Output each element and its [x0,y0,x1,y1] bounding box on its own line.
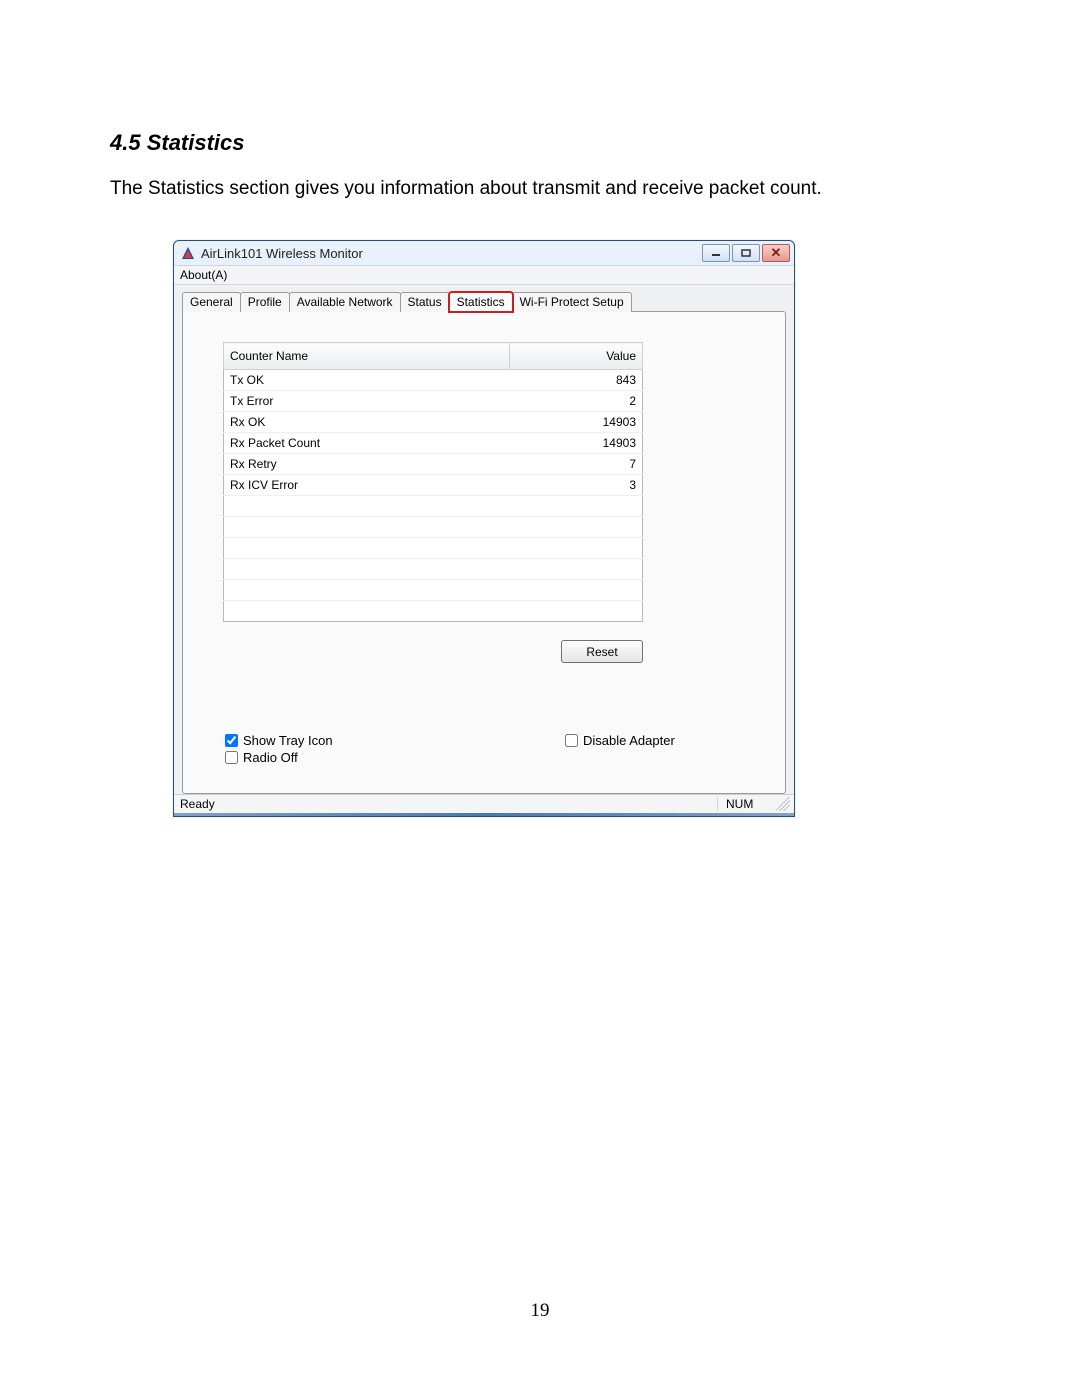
table-row[interactable]: Tx OK 843 [224,370,643,391]
counter-name: Rx Retry [224,454,510,475]
tab-status[interactable]: Status [400,292,450,312]
table-row[interactable]: Rx ICV Error 3 [224,475,643,496]
close-button[interactable]: ✕ [762,244,790,262]
app-window: AirLink101 Wireless Monitor ✕ About(A) G… [173,240,795,817]
status-text: Ready [178,797,717,811]
counter-value: 2 [510,391,643,412]
column-header-value[interactable]: Value [510,343,643,370]
title-bar[interactable]: AirLink101 Wireless Monitor ✕ [174,241,794,265]
minimize-icon [711,249,721,257]
table-row[interactable]: Rx Packet Count 14903 [224,433,643,454]
tab-statistics[interactable]: Statistics [449,292,513,312]
counter-name: Rx Packet Count [224,433,510,454]
table-row[interactable]: Rx Retry 7 [224,454,643,475]
maximize-icon [741,249,751,257]
table-row [224,496,643,517]
tab-profile[interactable]: Profile [240,292,290,312]
maximize-button[interactable] [732,244,760,262]
counter-name: Rx ICV Error [224,475,510,496]
close-icon: ✕ [771,245,782,261]
menu-about[interactable]: About(A) [180,268,227,282]
counter-name: Tx Error [224,391,510,412]
table-row [224,601,643,622]
checkbox-input[interactable] [225,751,238,764]
counter-value: 7 [510,454,643,475]
table-row [224,580,643,601]
counter-name: Rx OK [224,412,510,433]
column-header-name[interactable]: Counter Name [224,343,510,370]
table-row[interactable]: Rx OK 14903 [224,412,643,433]
counter-value: 843 [510,370,643,391]
table-row [224,559,643,580]
tab-panel-statistics: Counter Name Value Tx OK 843 Tx Error 2 [182,311,786,794]
tab-wifi-protect-setup[interactable]: Wi-Fi Protect Setup [512,292,632,312]
table-row [224,538,643,559]
app-icon [180,245,196,261]
reset-button[interactable]: Reset [561,640,643,663]
window-border-bottom [174,813,794,816]
tab-available-network[interactable]: Available Network [289,292,401,312]
table-row [224,517,643,538]
checkbox-disable-adapter[interactable]: Disable Adapter [565,733,675,748]
status-bar: Ready NUM [174,794,794,813]
window-title: AirLink101 Wireless Monitor [201,246,702,261]
checkbox-input[interactable] [225,734,238,747]
status-num-indicator: NUM [717,797,776,811]
menu-bar: About(A) [174,265,794,285]
checkbox-input[interactable] [565,734,578,747]
table-row[interactable]: Tx Error 2 [224,391,643,412]
counter-value: 14903 [510,433,643,454]
checkbox-label: Radio Off [243,750,298,765]
resize-grip-icon[interactable] [776,797,790,811]
minimize-button[interactable] [702,244,730,262]
checkbox-radio-off[interactable]: Radio Off [225,750,525,765]
counter-value: 14903 [510,412,643,433]
counter-value: 3 [510,475,643,496]
checkbox-label: Show Tray Icon [243,733,333,748]
checkbox-show-tray-icon[interactable]: Show Tray Icon [225,733,525,748]
tab-row: General Profile Available Network Status… [182,291,786,311]
section-description: The Statistics section gives you informa… [110,178,970,200]
tab-general[interactable]: General [182,292,241,312]
page-number: 19 [0,1300,1080,1322]
statistics-table: Counter Name Value Tx OK 843 Tx Error 2 [223,342,643,622]
section-heading: 4.5 Statistics [110,130,970,156]
checkbox-label: Disable Adapter [583,733,675,748]
counter-name: Tx OK [224,370,510,391]
